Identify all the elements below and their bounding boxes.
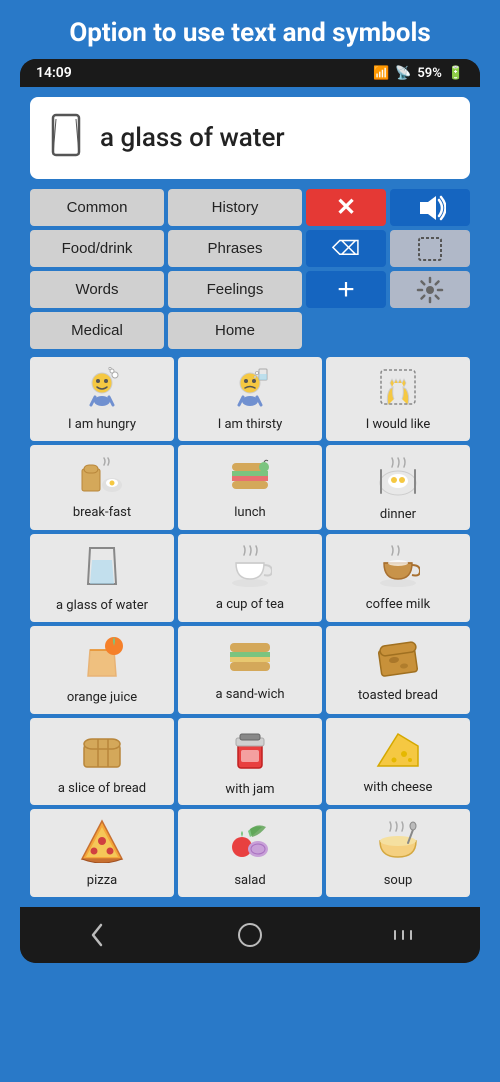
header-title: Option to use text and symbols [16,18,484,49]
wifi-icon: 📶 [373,66,389,81]
pizza-icon [80,819,124,869]
cup-tea-label: a cup of tea [216,597,284,613]
sandwich-label: a sand-wich [215,687,284,703]
would-like-icon [378,367,418,413]
symbol-pizza[interactable]: pizza [30,809,174,897]
with-jam-label: with jam [225,782,274,798]
battery-text: 59% [417,66,441,81]
slice-bread-icon [80,729,124,777]
status-bar: 14:09 📶 📡 59% 🔋 [20,59,480,87]
breakfast-label: break-fast [73,505,131,521]
sound-button[interactable] [390,189,470,226]
symbol-thirsty[interactable]: I am thirsty [178,357,322,441]
home-button[interactable] [220,917,280,953]
symbol-cup-tea[interactable]: a cup of tea [178,534,322,622]
coffee-milk-icon [376,545,420,593]
soup-icon [376,819,420,869]
with-cheese-icon [376,730,420,776]
category-history[interactable]: History [168,189,302,226]
glass-water-label: a glass of water [56,598,148,614]
symbol-with-jam[interactable]: with jam [178,718,322,806]
category-phrases[interactable]: Phrases [168,230,302,267]
output-box[interactable]: a glass of water [30,97,470,179]
orange-juice-label: orange juice [67,690,137,706]
symbol-lunch[interactable]: lunch [178,445,322,531]
orange-juice-icon [80,636,124,686]
symbol-glass-water[interactable]: a glass of water [30,534,174,622]
pizza-label: pizza [87,873,117,889]
with-jam-icon [228,728,272,778]
hungry-icon [82,367,122,413]
breakfast-icon [80,457,124,501]
menu-button[interactable] [373,917,433,953]
salad-icon [228,819,272,869]
symbol-soup[interactable]: soup [326,809,470,897]
add-button[interactable]: + [306,271,386,308]
battery-icon: 🔋 [448,66,464,81]
category-common[interactable]: Common [30,189,164,226]
settings-button[interactable] [390,271,470,308]
category-home[interactable]: Home [168,312,302,349]
dinner-label: dinner [380,507,416,523]
status-time: 14:09 [36,65,72,81]
symbol-with-cheese[interactable]: with cheese [326,718,470,806]
thirsty-icon [230,367,270,413]
with-cheese-label: with cheese [364,780,433,796]
category-feelings[interactable]: Feelings [168,271,302,308]
sandwich-icon [228,639,272,683]
symbol-hungry[interactable]: I am hungry [30,357,174,441]
category-medical[interactable]: Medical [30,312,164,349]
category-food[interactable]: Food/drink [30,230,164,267]
header: Option to use text and symbols [0,0,500,59]
symbol-slice-bread[interactable]: a slice of bread [30,718,174,806]
symbol-coffee-milk[interactable]: coffee milk [326,534,470,622]
output-icon [46,111,86,165]
close-button[interactable]: ✕ [306,189,386,226]
output-text: a glass of water [100,123,285,153]
symbol-breakfast[interactable]: break-fast [30,445,174,531]
phone-frame: 14:09 📶 📡 59% 🔋 a glass of water Common [20,59,480,963]
hungry-label: I am hungry [68,417,136,433]
nav-bar [20,907,480,963]
slice-bread-label: a slice of bread [58,781,146,797]
lunch-label: lunch [234,505,265,521]
delete-button[interactable]: ⌫ [306,230,386,267]
back-button[interactable] [67,917,127,953]
coffee-milk-label: coffee milk [366,597,430,613]
toasted-bread-label: toasted bread [358,688,438,704]
status-right: 📶 📡 59% 🔋 [373,66,464,81]
lunch-icon [228,457,272,501]
dinner-icon [376,455,420,503]
symbol-grid: I am hungry [30,357,470,897]
toasted-bread-icon [376,638,420,684]
thirsty-label: I am thirsty [218,417,283,433]
signal-icon: 📡 [395,66,411,81]
symbol-orange-juice[interactable]: orange juice [30,626,174,714]
category-words[interactable]: Words [30,271,164,308]
symbol-sandwich[interactable]: a sand-wich [178,626,322,714]
app-content: a glass of water Common History ✕ Food/d… [20,87,480,907]
symbol-toasted-bread[interactable]: toasted bread [326,626,470,714]
cup-tea-icon [228,545,272,593]
expand-button[interactable] [390,230,470,267]
soup-label: soup [384,873,413,889]
salad-label: salad [234,873,265,889]
would-like-label: I would like [366,417,431,433]
symbol-dinner[interactable]: dinner [326,445,470,531]
glass-water-icon [84,544,120,594]
symbol-salad[interactable]: salad [178,809,322,897]
symbol-would-like[interactable]: I would like [326,357,470,441]
